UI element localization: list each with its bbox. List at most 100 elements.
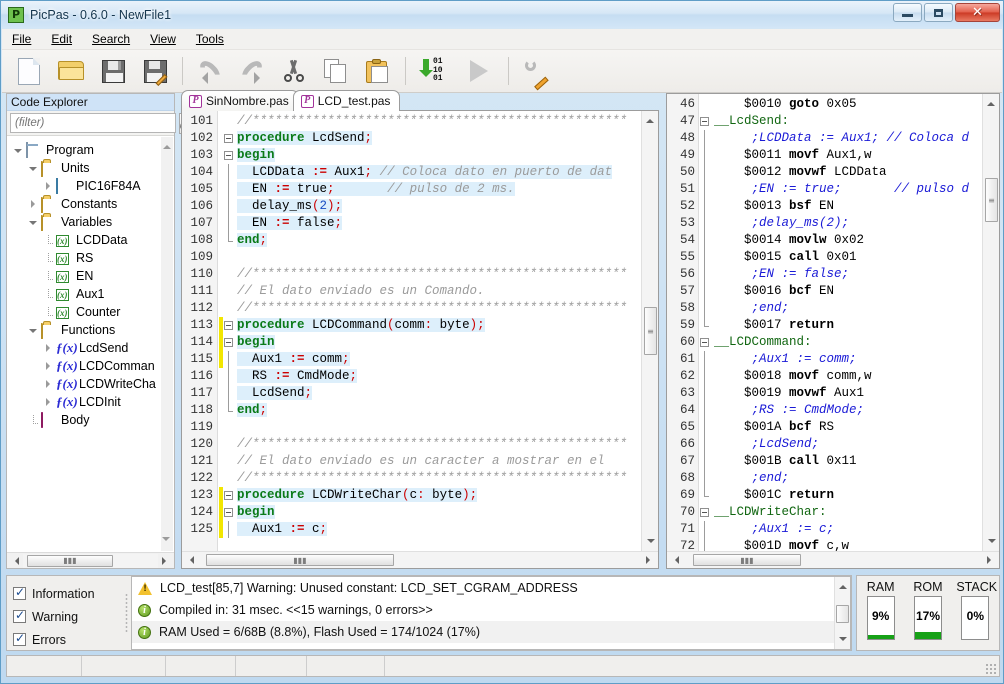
tree-item-lcdwritecha[interactable]: ƒ(x)LCDWriteCha (7, 375, 161, 393)
editor-scroll-up-button[interactable] (642, 111, 658, 127)
fold-collapse-icon[interactable] (224, 491, 233, 500)
code-line[interactable]: EN := true; // pulso de 2 ms. (237, 181, 515, 198)
filter-input[interactable] (10, 113, 176, 133)
assembly-line[interactable]: __LCDWriteChar: (714, 504, 827, 521)
code-lines[interactable]: //**************************************… (237, 111, 641, 551)
editor-horizontal-scrollbar[interactable]: ▮▮▮ (182, 551, 658, 568)
code-line[interactable]: //**************************************… (237, 113, 627, 130)
tree-item-pic16f84a[interactable]: PIC16F84A (7, 177, 161, 195)
fold-collapse-icon[interactable] (224, 321, 233, 330)
checkbox-icon[interactable] (13, 587, 26, 600)
code-line[interactable]: Aux1 := comm; (237, 351, 350, 368)
assembly-line[interactable]: $0012 movwf LCDData (714, 164, 887, 181)
filter-warning[interactable]: Warning (13, 605, 122, 628)
assembly-vertical-scrollbar[interactable]: ≡ (982, 94, 999, 551)
assembly-line[interactable]: ;end; (714, 300, 789, 317)
expander-open-icon[interactable] (28, 163, 39, 174)
assembly-line[interactable]: ;RS := CmdMode; (714, 402, 864, 419)
assembly-line[interactable]: $0011 movf Aux1,w (714, 147, 872, 164)
editor-tab-lcd-test-pas[interactable]: PLCD_test.pas (293, 90, 401, 111)
maximize-button[interactable] (924, 3, 953, 22)
expander-closed-icon[interactable] (43, 379, 54, 390)
assembly-view[interactable]: 4647484950515253545556575859606162636465… (667, 94, 982, 551)
save-as-button[interactable] (134, 51, 176, 91)
fold-collapse-icon[interactable] (700, 508, 709, 517)
assembly-line[interactable]: __LcdSend: (714, 113, 789, 130)
menu-search[interactable]: Search (82, 30, 140, 48)
assembly-line[interactable]: ;LCDData := Aux1; // Coloca d (714, 130, 969, 147)
code-line[interactable]: delay_ms(2); (237, 198, 342, 215)
fold-collapse-icon[interactable] (700, 117, 709, 126)
code-line[interactable]: //**************************************… (237, 300, 627, 317)
code-line[interactable]: LcdSend; (237, 385, 312, 402)
tree-item-aux1[interactable]: (x)Aux1 (7, 285, 161, 303)
expander-closed-icon[interactable] (43, 343, 54, 354)
close-button[interactable]: ✕ (955, 3, 1000, 22)
assembly-line[interactable]: $001B call 0x11 (714, 453, 857, 470)
menu-file[interactable]: File (2, 30, 41, 48)
code-view[interactable]: 1011021031041051061071081091101111121131… (182, 111, 641, 551)
tree-item-variables[interactable]: Variables (7, 213, 161, 231)
editor-hscroll-track[interactable]: ▮▮▮ (198, 553, 642, 567)
explorer-hscroll-thumb[interactable]: ▮▮▮ (27, 555, 113, 567)
editor-scroll-right-button[interactable] (642, 553, 658, 568)
run-button[interactable] (460, 51, 502, 91)
scroll-up-icon[interactable] (163, 141, 171, 149)
explorer-hscroll-track[interactable]: ▮▮▮ (23, 554, 158, 568)
editor-scroll-down-button[interactable] (642, 535, 659, 551)
code-line[interactable]: begin (237, 147, 275, 164)
editor-hscroll-thumb[interactable]: ▮▮▮ (206, 554, 394, 566)
assembly-line[interactable]: ;end; (714, 470, 789, 487)
open-file-button[interactable] (50, 51, 92, 91)
assembly-scroll-left-button[interactable] (667, 553, 683, 568)
redo-button[interactable] (231, 51, 273, 91)
expander-closed-icon[interactable] (28, 199, 39, 210)
filter-information[interactable]: Information (13, 582, 122, 605)
message-row[interactable]: iCompiled in: 31 msec. <<15 warnings, 0 … (132, 599, 850, 621)
code-line[interactable]: begin (237, 504, 275, 521)
assembly-line[interactable]: $0013 bsf EN (714, 198, 834, 215)
code-line[interactable]: RS := CmdMode; (237, 368, 357, 385)
assembly-line[interactable]: $001A bcf RS (714, 419, 834, 436)
fold-collapse-icon[interactable] (700, 338, 709, 347)
assembly-scroll-down-button[interactable] (983, 535, 1000, 551)
assembly-line[interactable]: __LCDCommand: (714, 334, 812, 351)
tree-item-units[interactable]: Units (7, 159, 161, 177)
tree-item-lcddata[interactable]: (x)LCDData (7, 231, 161, 249)
paste-button[interactable] (357, 51, 399, 91)
tree-item-lcdsend[interactable]: ƒ(x)LcdSend (7, 339, 161, 357)
expander-open-icon[interactable] (28, 217, 39, 228)
tree-item-lcdinit[interactable]: ƒ(x)LCDInit (7, 393, 161, 411)
assembly-line[interactable]: $0010 goto 0x05 (714, 96, 857, 113)
tree-item-functions[interactable]: Functions (7, 321, 161, 339)
expander-open-icon[interactable] (28, 325, 39, 336)
code-line[interactable]: //**************************************… (237, 266, 627, 283)
editor-tab-sinnombre-pas[interactable]: PSinNombre.pas (181, 90, 299, 111)
cut-button[interactable] (273, 51, 315, 91)
assembly-line[interactable]: ;Aux1 := comm; (714, 351, 857, 368)
code-line[interactable]: procedure LcdSend; (237, 130, 372, 147)
expander-closed-icon[interactable] (43, 181, 54, 192)
code-line[interactable]: //**************************************… (237, 436, 627, 453)
code-line[interactable]: begin (237, 334, 275, 351)
expander-open-icon[interactable] (13, 145, 24, 156)
assembly-line[interactable]: $0017 return (714, 317, 834, 334)
assembly-horizontal-scrollbar[interactable]: ▮▮▮ (667, 551, 999, 568)
fold-collapse-icon[interactable] (224, 134, 233, 143)
save-button[interactable] (92, 51, 134, 91)
editor-vertical-scrollbar[interactable]: ≡ (641, 111, 658, 551)
assembly-line[interactable]: $0018 movf comm,w (714, 368, 872, 385)
code-line[interactable]: procedure LCDWriteChar(c: byte); (237, 487, 477, 504)
explorer-vertical-scrollbar[interactable] (161, 137, 173, 551)
tools-button[interactable] (515, 51, 557, 91)
assembly-line[interactable]: $0016 bcf EN (714, 283, 834, 300)
messages-splitter[interactable] (122, 576, 131, 650)
undo-button[interactable] (189, 51, 231, 91)
tree-item-constants[interactable]: Constants (7, 195, 161, 213)
checkbox-icon[interactable] (13, 610, 26, 623)
code-line[interactable]: EN := false; (237, 215, 342, 232)
expander-closed-icon[interactable] (43, 397, 54, 408)
fold-collapse-icon[interactable] (224, 338, 233, 347)
assembly-fold-column[interactable] (700, 94, 714, 551)
fold-column[interactable] (224, 111, 237, 551)
